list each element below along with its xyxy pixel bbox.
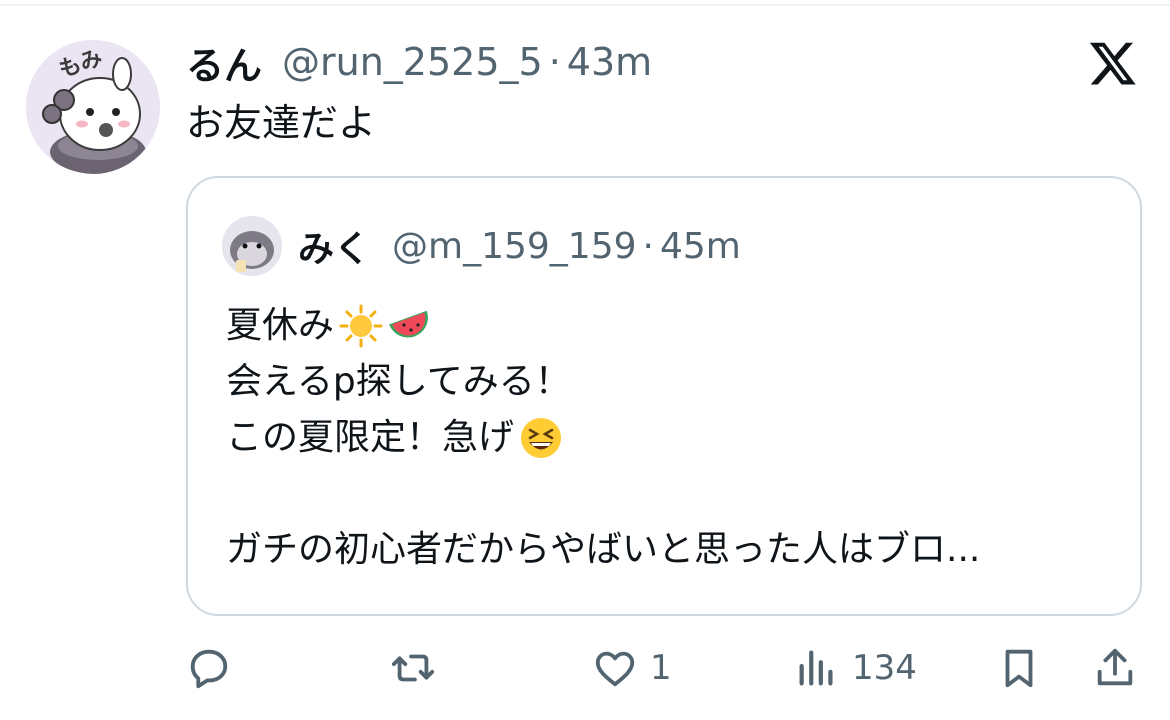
tweet-screenshot: もみ もみ るん @run_2525_5 · 43m お友達だよ みく <box>0 0 1170 720</box>
quoted-author-handle[interactable]: @m_159_159 <box>392 226 637 267</box>
grinning-squinting-emoji <box>518 415 564 461</box>
quoted-avatar-illustration <box>222 216 282 276</box>
views-count: 134 <box>852 648 917 688</box>
views-icon <box>799 650 833 686</box>
x-logo-icon[interactable] <box>1088 38 1138 88</box>
share-icon <box>1097 648 1133 686</box>
separator-dot: · <box>642 225 654 267</box>
like-icon <box>595 651 635 687</box>
quoted-text-line: 会えるp探してみる！ <box>226 354 1106 410</box>
quoted-tweet-card[interactable]: みく @m_159_159 · 45m 夏休み 会えるp探してみる！ この夏限定… <box>186 176 1142 616</box>
quoted-text-line: 夏休み <box>226 298 1106 354</box>
quoted-line-3: この夏限定！急げ <box>226 417 515 458</box>
tweet-action-bar: 1 134 <box>0 636 1170 700</box>
quoted-tweet-header: みく @m_159_159 · 45m <box>298 220 741 272</box>
retweet-button[interactable] <box>390 636 448 700</box>
retweet-icon <box>391 654 435 682</box>
tweet-header: るん @run_2525_5 · 43m <box>186 36 652 88</box>
watermelon-emoji <box>388 303 434 349</box>
author-display-name[interactable]: るん <box>186 35 262 90</box>
reply-button[interactable] <box>186 636 244 700</box>
quoted-line-5: ガチの初心者だからやばいと思った人はブロ... <box>226 529 981 570</box>
views-button[interactable]: 134 <box>794 636 917 700</box>
quoted-author-avatar[interactable] <box>222 216 282 276</box>
reply-icon <box>190 649 228 689</box>
quoted-tweet-text: 夏休み 会えるp探してみる！ この夏限定！急げ ガチの初心者だからやばいと思った… <box>226 298 1106 578</box>
quoted-text-line-blank <box>226 466 1106 522</box>
like-count: 1 <box>650 648 672 688</box>
sun-emoji <box>338 303 384 349</box>
separator-dot: · <box>548 40 561 84</box>
share-button[interactable] <box>1092 636 1138 700</box>
top-divider <box>0 4 1170 6</box>
bookmark-button[interactable] <box>996 636 1042 700</box>
quoted-author-display-name[interactable]: みく <box>298 220 370 272</box>
tweet-text: お友達だよ <box>186 101 377 145</box>
tweet-timestamp[interactable]: 43m <box>567 40 652 84</box>
quoted-text-line: ガチの初心者だからやばいと思った人はブロ... <box>226 522 1106 578</box>
quoted-line-2: 会えるp探してみる！ <box>226 361 571 402</box>
author-handle[interactable]: @run_2525_5 <box>282 40 543 84</box>
quoted-text-line: この夏限定！急げ <box>226 410 1106 466</box>
quoted-tweet-timestamp[interactable]: 45m <box>660 226 741 267</box>
bookmark-icon <box>1005 649 1033 688</box>
quoted-line-1: 夏休み <box>226 305 335 346</box>
like-button[interactable]: 1 <box>592 636 672 700</box>
